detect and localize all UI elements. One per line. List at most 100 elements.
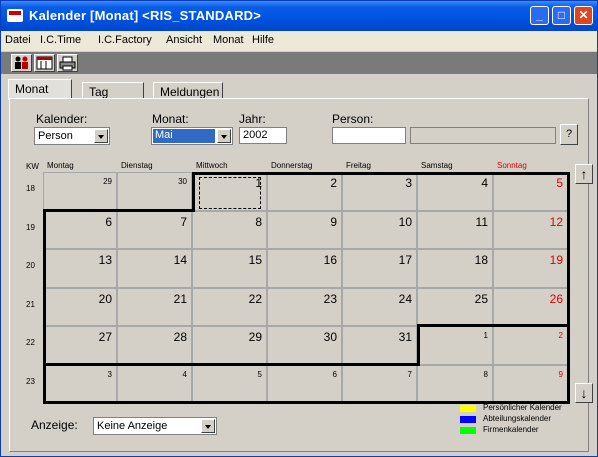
day-cell[interactable]: 30 — [267, 326, 342, 365]
week-number: 23 — [26, 377, 35, 386]
toolbar — [1, 52, 597, 74]
chevron-down-icon[interactable] — [94, 129, 108, 143]
day-cell[interactable]: 21 — [117, 288, 192, 326]
legend-persoenlich: Persönlicher Kalender — [483, 403, 562, 412]
day-cell[interactable]: 28 — [117, 326, 192, 365]
day-cell[interactable]: 4 — [117, 365, 192, 402]
day-number: 17 — [398, 253, 412, 267]
day-cell[interactable]: 9 — [267, 211, 342, 249]
day-cell[interactable]: 6 — [267, 365, 342, 402]
day-cell[interactable]: 26 — [493, 288, 568, 326]
menu-ic-time[interactable]: I.C.Time — [40, 34, 81, 46]
weekday-header: Donnerstag — [271, 161, 313, 170]
app-icon — [7, 9, 23, 22]
title-bar[interactable]: Kalender [Monat] <RIS_STANDARD> _ □ ✕ — [1, 1, 597, 31]
day-number: 9 — [330, 215, 337, 229]
scroll-up-button[interactable]: ↑ — [575, 164, 593, 184]
month-boundary-line — [417, 324, 420, 364]
menu-ic-factory[interactable]: I.C.Factory — [98, 34, 152, 46]
menu-hilfe[interactable]: Hilfe — [252, 34, 274, 46]
day-number: 4 — [182, 370, 187, 379]
day-cell[interactable]: 2 — [493, 326, 568, 365]
day-cell[interactable]: 8 — [192, 211, 267, 249]
day-number: 28 — [173, 330, 187, 344]
day-cell[interactable]: 1 — [417, 326, 493, 365]
day-cell[interactable]: 6 — [43, 211, 117, 249]
day-cell[interactable]: 29 — [43, 172, 117, 211]
day-cell[interactable]: 16 — [267, 249, 342, 288]
menu-datei[interactable]: Datei — [5, 34, 31, 46]
day-cell[interactable]: 14 — [117, 249, 192, 288]
legend-swatch-abteilung — [460, 416, 476, 423]
day-cell[interactable]: 19 — [493, 249, 568, 288]
day-cell[interactable]: 7 — [117, 211, 192, 249]
day-cell[interactable]: 15 — [192, 249, 267, 288]
weekday-header: Freitag — [346, 161, 371, 170]
day-cell[interactable]: 30 — [117, 172, 192, 211]
maximize-button[interactable]: □ — [552, 6, 571, 25]
day-cell[interactable]: 13 — [43, 249, 117, 288]
week-number: 21 — [26, 300, 35, 309]
day-number: 22 — [248, 292, 262, 306]
tab-monat[interactable]: Monat — [8, 79, 72, 100]
printer-icon[interactable] — [57, 54, 78, 72]
day-cell[interactable]: 5 — [192, 365, 267, 402]
day-cell[interactable]: 5 — [493, 172, 568, 211]
month-boundary-line — [43, 209, 195, 212]
month-boundary-line — [567, 324, 570, 404]
weekday-header: Dienstag — [121, 161, 153, 170]
day-cell[interactable]: 4 — [417, 172, 493, 211]
day-number: 18 — [474, 253, 488, 267]
day-cell[interactable]: 1 — [192, 172, 267, 211]
scroll-down-button[interactable]: ↓ — [575, 383, 593, 403]
chevron-down-icon[interactable] — [201, 419, 215, 433]
day-cell[interactable]: 9 — [493, 365, 568, 402]
menu-monat[interactable]: Monat — [213, 34, 244, 46]
day-number: 13 — [98, 253, 112, 267]
day-number: 9 — [558, 370, 563, 379]
day-cell[interactable]: 22 — [192, 288, 267, 326]
day-cell[interactable]: 3 — [43, 365, 117, 402]
day-cell[interactable]: 11 — [417, 211, 493, 249]
person-field[interactable] — [332, 127, 406, 144]
minimize-button[interactable]: _ — [530, 6, 549, 25]
day-number: 2 — [330, 176, 337, 190]
day-cell[interactable]: 23 — [267, 288, 342, 326]
monat-select[interactable]: Mai — [151, 127, 233, 145]
day-cell[interactable]: 17 — [342, 249, 417, 288]
day-number: 30 — [323, 330, 337, 344]
menu-ansicht[interactable]: Ansicht — [166, 34, 202, 46]
calendar-icon[interactable] — [34, 54, 55, 72]
day-number: 29 — [103, 177, 112, 186]
day-number: 20 — [98, 292, 112, 306]
person-help-button[interactable]: ? — [560, 124, 578, 145]
day-number: 25 — [474, 292, 488, 306]
day-cell[interactable]: 2 — [267, 172, 342, 211]
kalender-select[interactable]: Person — [34, 127, 110, 145]
day-cell[interactable]: 31 — [342, 326, 417, 365]
day-cell[interactable]: 18 — [417, 249, 493, 288]
day-number: 16 — [323, 253, 337, 267]
day-cell[interactable]: 7 — [342, 365, 417, 402]
day-cell[interactable]: 24 — [342, 288, 417, 326]
day-number: 30 — [178, 177, 187, 186]
week-number: 22 — [26, 338, 35, 347]
monat-label: Monat: — [152, 112, 189, 126]
menu-bar: Datei I.C.Time I.C.Factory Ansicht Monat… — [1, 31, 597, 51]
people-icon[interactable] — [11, 54, 32, 72]
weekday-header: Montag — [47, 161, 74, 170]
day-number: 7 — [407, 370, 412, 379]
close-button[interactable]: ✕ — [574, 6, 593, 25]
jahr-field[interactable]: 2002 — [239, 127, 287, 144]
monat-value: Mai — [153, 129, 215, 143]
day-cell[interactable]: 10 — [342, 211, 417, 249]
chevron-down-icon[interactable] — [217, 129, 231, 143]
day-cell[interactable]: 29 — [192, 326, 267, 365]
day-cell[interactable]: 12 — [493, 211, 568, 249]
anzeige-select[interactable]: Keine Anzeige — [93, 417, 217, 435]
day-cell[interactable]: 20 — [43, 288, 117, 326]
day-cell[interactable]: 25 — [417, 288, 493, 326]
day-cell[interactable]: 3 — [342, 172, 417, 211]
day-cell[interactable]: 8 — [417, 365, 493, 402]
day-cell[interactable]: 27 — [43, 326, 117, 365]
